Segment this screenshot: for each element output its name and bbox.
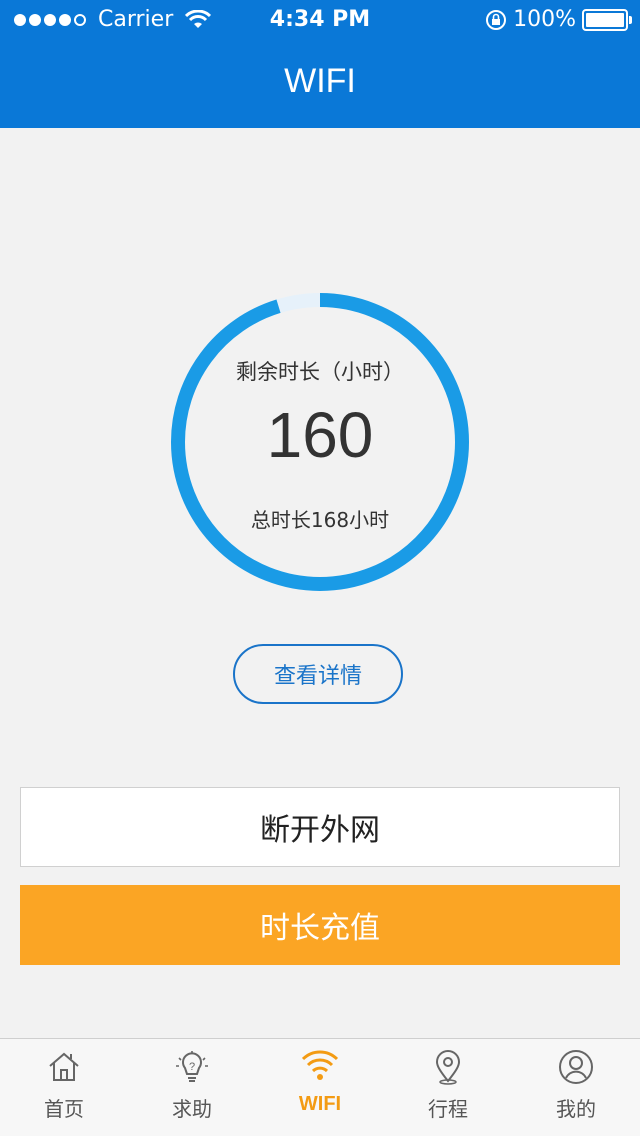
tab-home[interactable]: 首页 [0,1039,128,1136]
tab-wifi[interactable]: WIFI [256,1039,384,1136]
home-icon [49,1052,79,1081]
usage-info: 剩余时长（小时） 160 总时长168小时 [168,290,472,594]
tab-label: WIFI [298,1093,342,1115]
svg-text:?: ? [189,1061,195,1073]
rotation-lock-icon [486,9,507,30]
top-bar: Carrier 4:34 PM 100% WIFI [0,0,640,128]
disconnect-button[interactable]: 断开外网 [20,787,620,867]
tab-bar: 首页 ? 求助 WIFI 行程 我的 [0,1038,640,1136]
view-details-button[interactable]: 查看详情 [233,644,403,704]
status-right: 100% [485,7,632,32]
tab-itinerary[interactable]: 行程 [384,1039,512,1136]
wifi-icon [302,1050,338,1080]
battery-icon [582,8,632,31]
map-pin-icon [435,1050,461,1085]
user-icon [559,1050,593,1084]
tab-label: 首页 [44,1097,84,1121]
tab-help[interactable]: ? 求助 [128,1039,256,1136]
status-bar: Carrier 4:34 PM 100% [0,0,640,40]
battery-percent: 100% [513,7,576,32]
recharge-button[interactable]: 时长充值 [20,885,620,965]
tab-mine[interactable]: 我的 [512,1039,640,1136]
total-label: 总时长168小时 [250,508,390,532]
page-title: WIFI [284,62,356,100]
tab-label: 行程 [428,1097,468,1121]
remaining-label: 剩余时长（小时） [236,360,404,384]
tab-label: 求助 [172,1097,212,1121]
tab-label: 我的 [556,1097,596,1121]
remaining-value: 160 [266,399,374,471]
lightbulb-question-icon: ? [176,1051,208,1082]
